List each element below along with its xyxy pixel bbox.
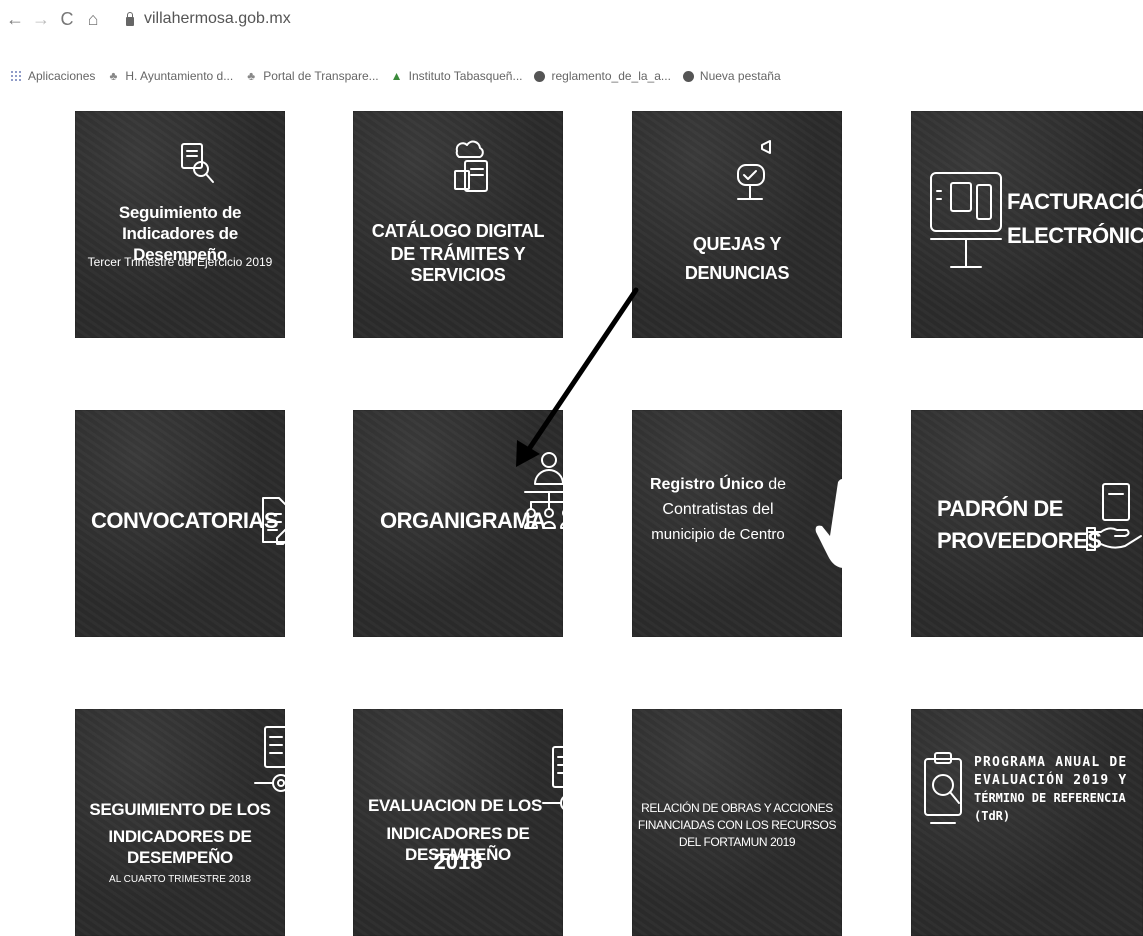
tile-title: DENUNCIAS [684, 263, 790, 283]
tile-title: FACTURACIÓN [1007, 189, 1143, 214]
back-button[interactable]: ← [4, 9, 26, 30]
bookmark-label: Aplicaciones [28, 69, 96, 83]
globe-icon [682, 70, 694, 82]
tile-title: Registro Único de [632, 476, 842, 494]
tile-facturacion-electronica[interactable]: FACTURACIÓN ELECTRÓNICA [911, 111, 1143, 338]
bookmark-instituto[interactable]: ▲ Instituto Tabasqueñ... [391, 69, 523, 83]
tile-title: ELECTRÓNICA [1007, 223, 1143, 248]
globe-icon [534, 70, 546, 82]
tile-registro-contratistas[interactable]: Registro Único de Contratistas del munic… [632, 410, 842, 637]
tile-title: PADRÓN DE [937, 496, 1063, 521]
tile-title-rest: de [763, 476, 787, 493]
tile-organigrama[interactable]: ORGANIGRAMA [353, 410, 563, 637]
tile-title: Contratistas del [662, 501, 774, 518]
bookmark-label: Portal de Transpare... [263, 69, 379, 83]
tile-title: CONVOCATORIAS [91, 508, 279, 533]
kiosk-terminal-icon [930, 172, 1002, 268]
tile-title: (TdR) [974, 809, 1011, 823]
lock-icon [126, 11, 134, 26]
tile-title: PROGRAMA ANUAL DE [974, 755, 1128, 770]
tile-evaluacion-indicadores[interactable]: EVALUACION DE LOS INDICADORES DE DESEMPE… [353, 709, 563, 936]
tile-quejas-denuncias[interactable]: QUEJAS Y DENUNCIAS [632, 111, 842, 338]
tile-title: municipio de Centro [651, 526, 785, 543]
tile-subtitle: AL CUARTO TRIMESTRE 2018 [109, 874, 251, 885]
tile-title: TÉRMINO DE REFERENCIA [974, 791, 1126, 805]
tile-title: PROVEEDORES [937, 528, 1102, 553]
browser-nav-bar: ← → C ⌂ villahermosa.gob.mx [0, 0, 1143, 38]
tile-year: 2018 [433, 849, 483, 874]
tile-title: RELACIÓN DE OBRAS Y ACCIONES [641, 801, 833, 815]
tile-title: QUEJAS Y [692, 234, 782, 254]
tile-seguimiento-cuarto-trimestre[interactable]: SEGUIMIENTO DE LOS INDICADORES DE DESEMP… [75, 709, 285, 936]
tile-title: EVALUACION DE LOS [367, 796, 543, 815]
apps-grid-icon [10, 70, 22, 82]
bookmark-label: H. Ayuntamiento d... [125, 69, 234, 83]
tile-title: CATÁLOGO DIGITAL [371, 221, 545, 241]
tile-title: FINANCIADAS CON LOS RECURSOS [637, 818, 837, 832]
pointing-hand-icon [815, 479, 842, 568]
bookmark-ayuntamiento[interactable]: ♣ H. Ayuntamiento d... [107, 69, 233, 83]
tile-convocatorias[interactable]: CONVOCATORIAS [75, 410, 285, 637]
forward-button[interactable]: → [30, 9, 52, 30]
tile-catalogo-digital[interactable]: CATÁLOGO DIGITAL DE TRÁMITES Y SERVICIOS [353, 111, 563, 338]
tile-title: DE TRÁMITES Y SERVICIOS [390, 244, 526, 285]
tree-icon: ♣ [247, 69, 256, 83]
tree-icon: ♣ [109, 69, 118, 83]
bookmark-portal[interactable]: ♣ Portal de Transpare... [245, 69, 378, 83]
tile-padron-proveedores[interactable]: PADRÓN DE PROVEEDORES [911, 410, 1143, 637]
tile-title: ORGANIGRAMA [380, 508, 546, 533]
bookmark-label: Nueva pestaña [699, 69, 781, 83]
flame-icon: ▲ [390, 69, 403, 83]
bookmark-nueva-pestana[interactable]: Nueva pestaña [682, 69, 781, 83]
bookmark-reglamento[interactable]: reglamento_de_la_a... [534, 69, 671, 83]
checklist-gear-icon [542, 746, 563, 810]
document-cloud-icon [454, 140, 488, 192]
tile-title-bold: Registro Único [649, 476, 764, 493]
box-hand-icon [1086, 483, 1142, 551]
tile-subtitle: Tercer Trimestre del Ejercicio 2019 [87, 255, 273, 269]
home-button[interactable]: ⌂ [82, 9, 104, 30]
tile-title: EVALUACIÓN 2019 Y [974, 773, 1128, 788]
clipboard-magnifier-icon [924, 752, 962, 824]
reload-button[interactable]: C [56, 9, 78, 30]
bookmark-apps[interactable]: Aplicaciones [0, 69, 95, 83]
tile-relacion-obras[interactable]: RELACIÓN DE OBRAS Y ACCIONES FINANCIADAS… [632, 709, 842, 936]
org-chart-icon [524, 452, 563, 529]
tile-title: SEGUIMIENTO DE LOS [89, 800, 271, 819]
bookmark-label: reglamento_de_la_a... [551, 69, 671, 83]
bookmark-label: Instituto Tabasqueñ... [408, 69, 523, 83]
document-pen-icon [262, 497, 285, 545]
mailbox-megaphone-icon [737, 140, 771, 200]
tile-title: DEL FORTAMUN 2019 [678, 835, 796, 849]
tile-title: INDICADORES DE DESEMPEÑO [108, 827, 252, 867]
tile-programa-anual[interactable]: PROGRAMA ANUAL DE EVALUACIÓN 2019 Y TÉRM… [911, 709, 1143, 936]
tile-title: Seguimiento de [118, 203, 242, 222]
bookmarks-bar: Aplicaciones ♣ H. Ayuntamiento d... ♣ Po… [0, 64, 793, 88]
magnifier-report-icon [181, 143, 214, 183]
tile-seguimiento-indicadores[interactable]: Seguimiento de Indicadores de Desempeño … [75, 111, 285, 338]
address-bar[interactable]: villahermosa.gob.mx [126, 10, 291, 28]
url-text: villahermosa.gob.mx [144, 10, 291, 27]
